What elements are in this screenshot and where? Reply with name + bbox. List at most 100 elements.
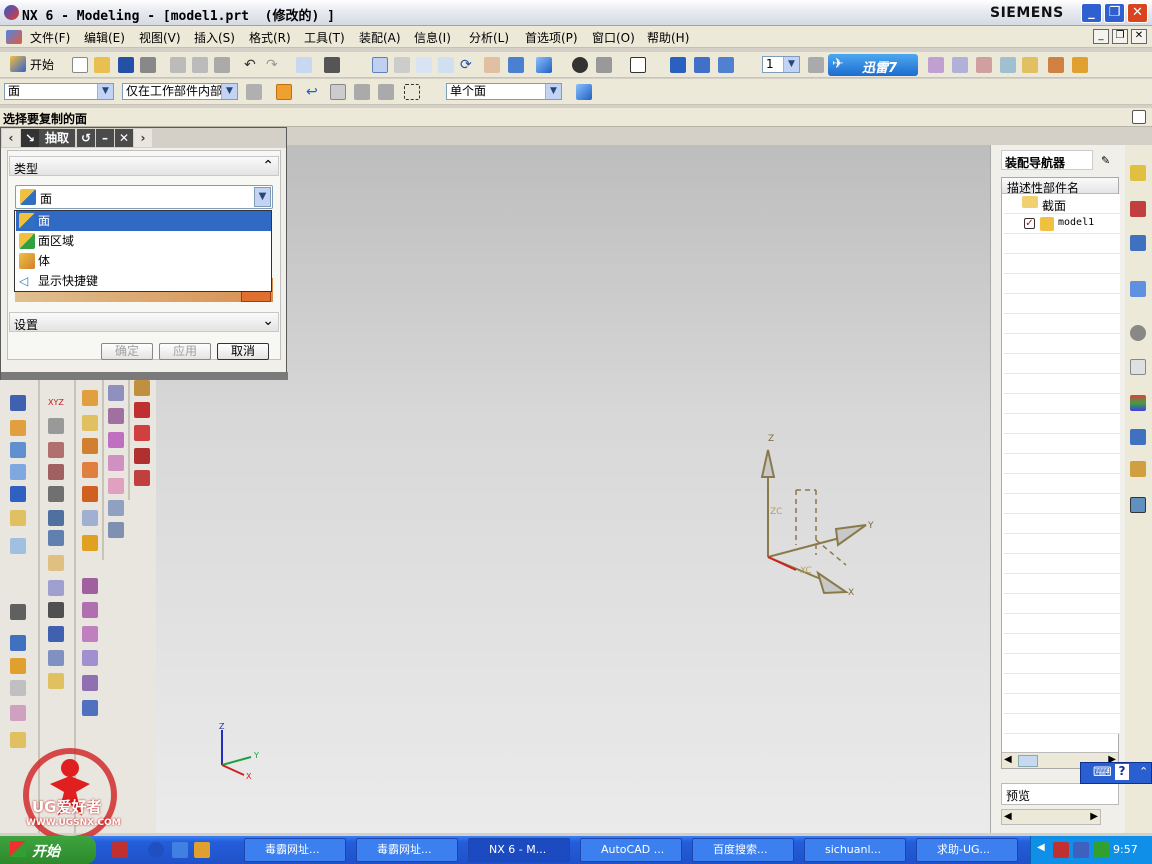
tray-pdf-icon[interactable] (1053, 842, 1069, 858)
project-icon[interactable] (48, 650, 64, 666)
polygon-icon[interactable] (48, 580, 64, 596)
pocket-icon[interactable] (10, 705, 26, 721)
maximize-button[interactable]: ❐ (1104, 3, 1125, 23)
undo-icon[interactable]: ↶ (244, 57, 260, 73)
menu-window[interactable]: 窗口(O) (592, 29, 635, 46)
scroll-thumb[interactable] (1018, 755, 1038, 767)
minimize-button[interactable]: _ (1081, 3, 1102, 23)
mdi-close-button[interactable]: ✕ (1131, 29, 1147, 44)
filter-settings-icon[interactable] (246, 84, 262, 100)
open-folder-icon[interactable] (94, 57, 110, 73)
law-icon[interactable] (108, 522, 124, 538)
redo-icon[interactable]: ↷ (266, 57, 282, 73)
xyz-icon[interactable]: XYZ (48, 395, 64, 411)
datum-icon[interactable] (10, 635, 26, 651)
draft-icon[interactable] (82, 438, 98, 454)
type-section-header[interactable]: 类型 ⌃ (9, 156, 279, 176)
task-item[interactable]: 百度搜索... (692, 838, 794, 862)
app-icon[interactable] (194, 842, 210, 858)
curve-length-icon[interactable] (134, 402, 150, 418)
bridge-icon[interactable] (48, 673, 64, 689)
measure-icon[interactable] (1000, 57, 1016, 73)
start-button[interactable]: 开始 (30, 56, 54, 73)
close-button[interactable]: ✕ (1127, 3, 1148, 23)
point-icon[interactable] (48, 442, 64, 458)
dropdown-item-face[interactable]: 面 (16, 211, 271, 231)
analysis-icon[interactable] (976, 57, 992, 73)
pin-icon[interactable]: ✎ (1101, 153, 1117, 169)
snap-icon[interactable] (928, 57, 944, 73)
copy-icon[interactable] (192, 57, 208, 73)
menu-info[interactable]: 信息(I) (414, 29, 451, 46)
swept-icon[interactable] (108, 455, 124, 471)
render-style-icon[interactable] (572, 57, 588, 73)
surface-icon[interactable] (108, 385, 124, 401)
subtract-icon[interactable] (82, 626, 98, 642)
ruled-icon[interactable] (108, 478, 124, 494)
task-item[interactable]: 毒霸网址... (356, 838, 458, 862)
type-filter-combo[interactable]: 面 ▼ (4, 83, 114, 100)
curve-edit-icon[interactable] (134, 380, 150, 396)
options-icon[interactable]: ⌃ (1139, 765, 1148, 778)
new-file-icon[interactable] (72, 57, 88, 73)
menu-insert[interactable]: 插入(S) (194, 29, 235, 46)
wcs-orient-icon[interactable] (694, 57, 710, 73)
process-studio-icon[interactable] (1130, 429, 1146, 445)
revolve-icon[interactable] (10, 464, 26, 480)
select-icon[interactable] (952, 57, 968, 73)
task-item[interactable]: AutoCAD ... (580, 838, 682, 862)
ie-icon[interactable] (148, 842, 164, 858)
mesh-icon[interactable] (108, 432, 124, 448)
spline-icon[interactable] (48, 464, 64, 480)
rotate-icon[interactable]: ⟳ (460, 57, 476, 73)
smooth-icon[interactable] (134, 425, 150, 441)
circle-icon[interactable] (48, 530, 64, 546)
cut-icon[interactable] (170, 57, 186, 73)
preview-scrollbar[interactable]: ◀ ▶ (1001, 809, 1101, 825)
reset-icon[interactable]: ↺ (77, 129, 95, 147)
navigator-title-tab[interactable]: 装配导航器 (1001, 150, 1093, 170)
reuse-library-icon[interactable] (1130, 281, 1146, 297)
browser-icon[interactable] (172, 842, 188, 858)
column-header[interactable]: 描述性部件名 (1002, 178, 1118, 195)
start-button[interactable]: 开始 (0, 836, 96, 864)
ok-button[interactable]: 确定 (101, 343, 153, 360)
ruler-icon[interactable] (1048, 57, 1064, 73)
checkbox-checked-icon[interactable]: ✓ (1024, 218, 1035, 229)
layer-combo[interactable]: 1 ▼ (762, 56, 800, 73)
tree-node-section[interactable]: 截面 (1004, 194, 1120, 214)
selection-icon[interactable] (296, 57, 312, 73)
zoom-icon[interactable] (416, 57, 432, 73)
box-icon[interactable] (330, 84, 346, 100)
chamfer-icon[interactable] (82, 415, 98, 431)
help-icon[interactable]: ? (1115, 764, 1129, 780)
helix-icon[interactable] (134, 448, 150, 464)
color-icon[interactable] (630, 57, 646, 73)
face-rule-combo[interactable]: 单个面 ▼ (446, 83, 562, 100)
shell-icon[interactable] (82, 462, 98, 478)
unite-icon[interactable] (82, 602, 98, 618)
scroll-left-icon[interactable]: ◀ (1004, 811, 1012, 822)
roles-icon[interactable] (1130, 461, 1146, 477)
hole-icon[interactable] (10, 658, 26, 674)
edge-blend-icon[interactable] (82, 390, 98, 406)
trim-icon[interactable] (82, 486, 98, 502)
task-item[interactable]: sichuanl... (804, 838, 906, 862)
scroll-left-icon[interactable]: ◀ (1004, 754, 1012, 765)
preview-panel-header[interactable]: 预览 (1001, 783, 1119, 805)
menu-assembly[interactable]: 装配(A) (359, 29, 401, 46)
wcs-icon[interactable] (670, 57, 686, 73)
menu-analysis[interactable]: 分析(L) (469, 29, 509, 46)
curve-icon[interactable] (48, 418, 64, 434)
menu-tools[interactable]: 工具(T) (304, 29, 345, 46)
sew-icon[interactable] (82, 675, 98, 691)
keyboard-icon[interactable]: ⌨ (1093, 765, 1112, 780)
shaded-view-icon[interactable] (536, 57, 552, 73)
app-menu-icon[interactable] (6, 30, 22, 44)
dropdown-item-shortcuts[interactable]: ◁ 显示快捷键 (16, 271, 271, 291)
mdi-minimize-button[interactable]: _ (1093, 29, 1109, 44)
split-icon[interactable] (82, 510, 98, 526)
menu-edit[interactable]: 编辑(E) (84, 29, 125, 46)
layer-settings-icon[interactable] (808, 57, 824, 73)
palette-icon[interactable] (1130, 395, 1146, 411)
